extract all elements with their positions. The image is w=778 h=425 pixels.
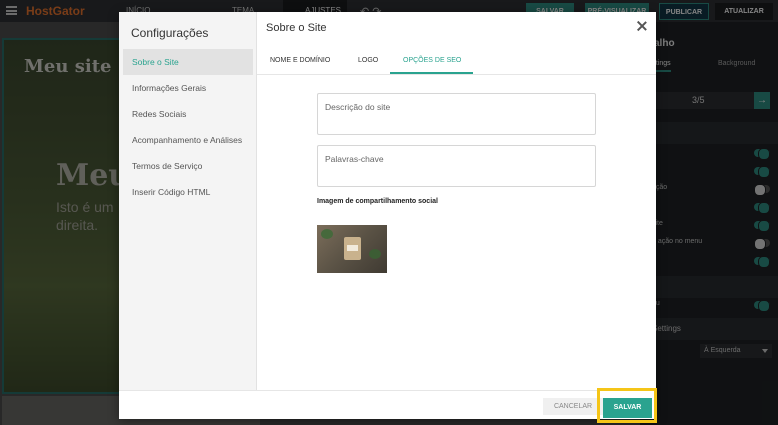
cancel-button[interactable]: CANCELAR [543,398,603,415]
share-image-label: Imagem de compartilhamento social [317,198,438,205]
sidebar-item-general-info[interactable]: Informações Gerais [123,75,253,101]
image-leaf [369,249,381,259]
active-tab-indicator [390,72,473,74]
share-image-thumbnail[interactable] [317,225,387,273]
settings-sidebar: Configurações Sobre o Site Informações G… [119,12,257,419]
tab-logo[interactable]: LOGO [358,57,378,64]
sidebar-item-tracking-analytics[interactable]: Acompanhamento e Análises [123,127,253,153]
settings-content: Sobre o Site NOME E DOMÍNIO LOGO OPÇÕES … [257,12,656,419]
settings-modal: Configurações Sobre o Site Informações G… [119,12,657,423]
image-product-bag [344,237,361,260]
sidebar-title: Configurações [131,26,209,40]
keywords-field[interactable]: Palavras-chave [317,145,596,187]
image-leaf [321,229,333,239]
save-button-highlight [597,388,657,423]
site-description-field[interactable]: Descrição do site [317,93,596,135]
content-tabs: NOME E DOMÍNIO LOGO OPÇÕES DE SEO [257,48,656,75]
sidebar-item-terms-of-service[interactable]: Termos de Serviço [123,153,253,179]
modal-title: Sobre o Site [266,22,327,34]
modal-footer: CANCELAR SALVAR [119,390,656,419]
sidebar-item-insert-html[interactable]: Inserir Código HTML [123,179,253,205]
sidebar-item-social-networks[interactable]: Redes Sociais [123,101,253,127]
sidebar-item-about-site[interactable]: Sobre o Site [123,49,253,75]
tab-seo-options[interactable]: OPÇÕES DE SEO [403,57,461,64]
tab-name-domain[interactable]: NOME E DOMÍNIO [270,57,330,64]
close-icon[interactable] [636,20,648,32]
